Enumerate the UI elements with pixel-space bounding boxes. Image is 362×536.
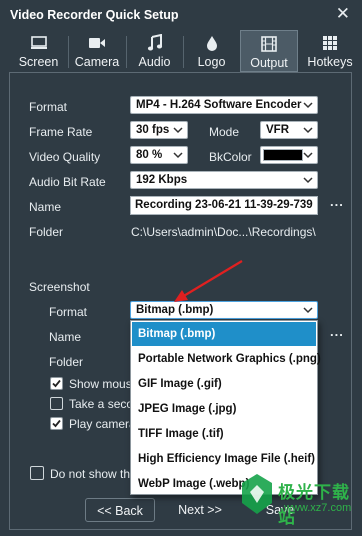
chevron-down-icon — [303, 102, 313, 109]
mode-select[interactable]: VFR — [260, 121, 318, 139]
folder-label: Folder — [29, 225, 64, 239]
droplet-icon — [184, 34, 239, 54]
audio-bitrate-label: Audio Bit Rate — [29, 175, 106, 189]
next-button[interactable]: Next >> — [165, 498, 235, 522]
film-icon — [241, 35, 297, 55]
play-camera-label: Play camera — [69, 417, 136, 431]
camera-icon — [69, 34, 125, 54]
tab-audio[interactable]: Audio — [127, 30, 182, 72]
watermark: 极光下载站 www.xz7.com — [238, 458, 362, 536]
show-mouse-checkbox[interactable] — [50, 377, 63, 390]
chevron-down-icon — [303, 177, 313, 184]
screenshot-folder-label: Folder — [49, 355, 84, 369]
monitor-icon — [10, 34, 67, 54]
bkcolor-label: BkColor — [209, 150, 252, 164]
chevron-down-icon — [303, 307, 313, 314]
tab-label: Hotkeys — [307, 55, 353, 69]
dropdown-option-jpg[interactable]: JPEG Image (.jpg) — [132, 397, 316, 421]
tab-hotkeys[interactable]: Hotkeys — [300, 30, 360, 72]
tab-logo[interactable]: Logo — [184, 30, 239, 72]
tab-label: Logo — [197, 55, 226, 69]
screenshot-format-label: Format — [49, 305, 88, 319]
title-bar: Video Recorder Quick Setup ✕ — [0, 0, 362, 30]
mode-label: Mode — [209, 125, 240, 139]
screenshot-name-browse-button[interactable]: ... — [330, 324, 344, 339]
dropdown-option-tif[interactable]: TIFF Image (.tif) — [132, 422, 316, 446]
window-title: Video Recorder Quick Setup — [10, 8, 179, 22]
checkmark-icon — [52, 379, 61, 388]
tab-label: Camera — [74, 55, 120, 69]
tab-output[interactable]: Output — [240, 30, 298, 72]
frame-rate-label: Frame Rate — [29, 125, 93, 139]
checkmark-icon — [52, 419, 61, 428]
annotation-arrow-icon — [174, 260, 243, 302]
tab-bar: Screen Camera Audio Logo Output Hotkeys — [10, 30, 360, 72]
screenshot-section-label: Screenshot — [29, 280, 90, 294]
close-button[interactable]: ✕ — [336, 4, 350, 24]
dropdown-option-png[interactable]: Portable Network Graphics (.png) — [132, 347, 321, 371]
show-mouse-label: Show mouse — [69, 377, 139, 391]
tab-label: Audio — [138, 55, 171, 69]
tab-label: Screen — [18, 55, 59, 69]
mode-value: VFR — [266, 124, 289, 136]
screenshot-name-label: Name — [49, 330, 82, 344]
dropdown-option-bmp[interactable]: Bitmap (.bmp) — [132, 322, 316, 346]
name-browse-button[interactable]: ... — [330, 194, 344, 209]
name-label: Name — [29, 200, 62, 214]
keyboard-icon — [300, 34, 360, 54]
back-button[interactable]: << Back — [85, 498, 155, 522]
frame-rate-select[interactable]: 30 fps — [130, 121, 188, 139]
audio-bitrate-value: 192 Kbps — [136, 174, 188, 186]
video-quality-value: 80 % — [136, 149, 163, 161]
tab-label: Output — [250, 56, 288, 70]
video-quality-select[interactable]: 80 % — [130, 146, 188, 164]
chevron-down-icon — [303, 152, 313, 159]
dont-show-label: Do not show th — [50, 467, 131, 481]
audio-bitrate-select[interactable]: 192 Kbps — [130, 171, 318, 189]
take-second-checkbox[interactable] — [50, 397, 63, 410]
dropdown-option-gif[interactable]: GIF Image (.gif) — [132, 372, 316, 396]
tab-screen[interactable]: Screen — [10, 30, 67, 72]
watermark-logo-icon — [242, 474, 272, 514]
format-select-value: MP4 - H.264 Software Encoder — [136, 99, 302, 111]
name-input[interactable]: Recording 23-06-21 11-39-29-739 — [130, 196, 318, 215]
color-swatch — [263, 149, 303, 161]
video-quality-label: Video Quality — [29, 150, 101, 164]
play-camera-checkbox[interactable] — [50, 417, 63, 430]
chevron-down-icon — [173, 152, 183, 159]
bkcolor-select[interactable] — [260, 146, 318, 164]
folder-path[interactable]: C:\Users\admin\Doc...\Recordings\ — [131, 225, 316, 239]
watermark-url: www.xz7.com — [284, 502, 352, 514]
dont-show-checkbox[interactable] — [30, 466, 44, 480]
frame-rate-value: 30 fps — [136, 124, 170, 136]
music-note-icon — [127, 33, 182, 54]
format-select[interactable]: MP4 - H.264 Software Encoder — [130, 96, 318, 114]
chevron-down-icon — [173, 127, 183, 134]
chevron-down-icon — [303, 127, 313, 134]
format-label: Format — [29, 100, 68, 114]
tab-camera[interactable]: Camera — [69, 30, 125, 72]
